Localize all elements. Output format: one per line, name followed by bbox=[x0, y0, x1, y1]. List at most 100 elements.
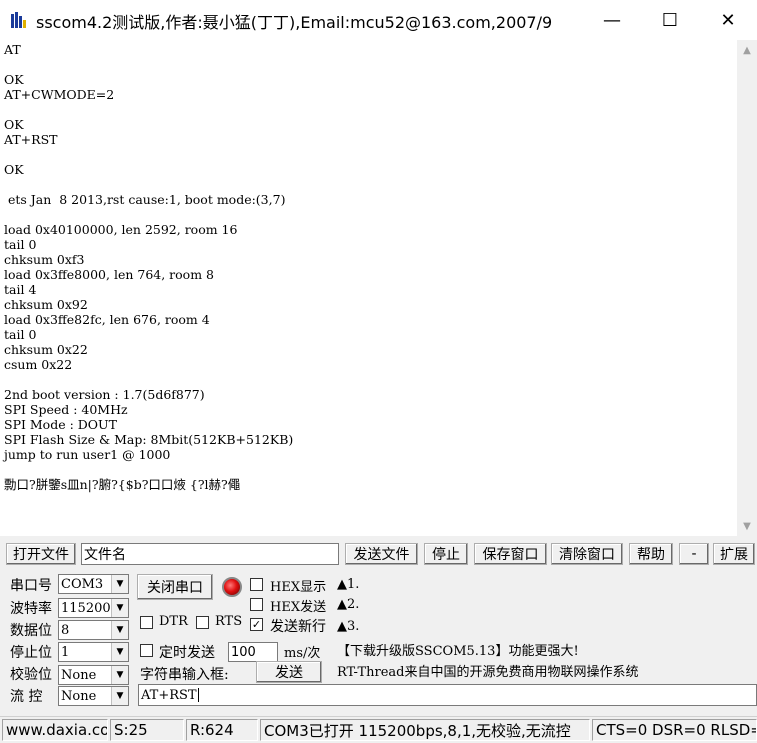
log-line: OK bbox=[4, 72, 24, 87]
status-port-info: COM3已打开 115200bps,8,1,无校验,无流控 bbox=[260, 719, 590, 741]
close-port-button[interactable]: 关闭串口 bbox=[137, 574, 213, 600]
send-newline-label: 发送新行 bbox=[270, 619, 326, 635]
rts-checkbox[interactable] bbox=[196, 616, 209, 629]
title-bar: sscom4.2测试版,作者:聂小猛(丁丁),Email:mcu52@163.c… bbox=[0, 0, 757, 40]
log-line: SPI Mode : DOUT bbox=[4, 417, 117, 432]
message-line-1[interactable]: ▲1. bbox=[337, 577, 359, 592]
hex-display-checkbox[interactable] bbox=[250, 578, 263, 591]
chevron-down-icon[interactable]: ▼ bbox=[111, 575, 128, 593]
hex-send-checkbox[interactable] bbox=[250, 598, 263, 611]
log-line: load 0x3ffe8000, len 764, room 8 bbox=[4, 267, 214, 282]
timed-send-checkbox[interactable] bbox=[140, 644, 153, 657]
chevron-down-icon[interactable]: ▼ bbox=[111, 599, 128, 617]
filename-field[interactable]: 文件名 bbox=[81, 543, 339, 565]
stopbits-select[interactable]: 1 ▼ bbox=[58, 642, 129, 662]
timed-send-label: 定时发送 bbox=[159, 645, 215, 661]
log-line: chksum 0xf3 bbox=[4, 252, 85, 267]
expand-button[interactable]: 扩展 bbox=[713, 543, 755, 565]
databits-value: 8 bbox=[61, 622, 70, 638]
flow-select[interactable]: None ▼ bbox=[58, 686, 129, 706]
chevron-down-icon[interactable]: ▼ bbox=[111, 621, 128, 639]
help-button[interactable]: 帮助 bbox=[629, 543, 673, 565]
log-line: chksum 0x22 bbox=[4, 342, 88, 357]
open-file-button[interactable]: 打开文件 bbox=[6, 543, 76, 565]
hex-send-label: HEX发送 bbox=[270, 600, 327, 615]
log-line: tail 0 bbox=[4, 327, 37, 342]
send-input-value: AT+RST bbox=[141, 687, 197, 703]
log-line: load 0x3ffe82fc, len 676, room 4 bbox=[4, 312, 210, 327]
baud-select[interactable]: 115200 ▼ bbox=[58, 598, 129, 618]
scroll-down-arrow-icon[interactable]: ▼ bbox=[737, 516, 757, 536]
log-line: AT+RST bbox=[4, 132, 58, 147]
chevron-down-icon[interactable]: ▼ bbox=[111, 666, 128, 684]
log-line: SPI Flash Size & Map: 8Mbit(512KB+512KB) bbox=[4, 432, 294, 447]
text-cursor bbox=[197, 688, 199, 702]
collapse-button[interactable]: - bbox=[679, 543, 709, 565]
message-line-4[interactable]: 【下载升级版SSCOM5.13】功能更强大! bbox=[337, 640, 579, 659]
port-status-led-icon bbox=[222, 577, 242, 597]
log-line: tail 0 bbox=[4, 237, 37, 252]
send-file-button[interactable]: 发送文件 bbox=[345, 543, 418, 565]
databits-label: 数据位 bbox=[10, 623, 52, 639]
status-received-count: R:624 bbox=[186, 719, 258, 741]
send-newline-checkbox[interactable]: ✓ bbox=[250, 618, 263, 631]
flow-label: 流 控 bbox=[10, 689, 43, 705]
parity-select[interactable]: None ▼ bbox=[58, 665, 129, 685]
log-text: AT OK AT+CWMODE=2 OK AT+RST OK ets Jan 8… bbox=[0, 40, 737, 492]
log-line: jump to run user1 @ 1000 bbox=[4, 447, 171, 462]
receive-log[interactable]: AT OK AT+CWMODE=2 OK AT+RST OK ets Jan 8… bbox=[0, 40, 737, 536]
chevron-down-icon[interactable]: ▼ bbox=[111, 643, 128, 661]
close-button[interactable]: ✕ bbox=[699, 0, 757, 40]
string-input-label: 字符串输入框: bbox=[140, 667, 229, 683]
send-button[interactable]: 发送 bbox=[256, 661, 322, 683]
parity-label: 校验位 bbox=[10, 667, 52, 683]
stop-button[interactable]: 停止 bbox=[424, 543, 468, 565]
minimize-button[interactable]: — bbox=[583, 0, 641, 40]
log-line: tail 4 bbox=[4, 282, 37, 297]
log-line: OK bbox=[4, 117, 24, 132]
log-line: chksum 0x92 bbox=[4, 297, 88, 312]
status-line-states: CTS=0 DSR=0 RLSD=0 bbox=[592, 719, 757, 741]
hex-display-label: HEX显示 bbox=[270, 580, 327, 595]
log-scrollbar[interactable]: ▲ ▼ bbox=[737, 40, 757, 536]
chevron-down-icon[interactable]: ▼ bbox=[111, 687, 128, 705]
flow-value: None bbox=[61, 688, 97, 704]
sscom-window: sscom4.2测试版,作者:聂小猛(丁丁),Email:mcu52@163.c… bbox=[0, 0, 757, 743]
log-line: csum 0x22 bbox=[4, 357, 73, 372]
baud-label: 波特率 bbox=[10, 601, 52, 617]
parity-value: None bbox=[61, 667, 97, 683]
stopbits-value: 1 bbox=[61, 644, 70, 660]
baud-value: 115200 bbox=[61, 600, 111, 616]
port-select[interactable]: COM3 ▼ bbox=[58, 574, 129, 594]
log-line: ets Jan 8 2013,rst cause:1, boot mode:(3… bbox=[7, 192, 286, 207]
maximize-button[interactable]: ☐ bbox=[641, 0, 699, 40]
app-icon bbox=[11, 12, 26, 28]
dtr-label: DTR bbox=[159, 614, 188, 629]
log-line: 勡口?胼鑒s皿n|?腑?{$b?口口焲 {?l赫?僶 bbox=[4, 477, 241, 492]
message-line-3[interactable]: ▲3. bbox=[337, 619, 359, 634]
port-label: 串口号 bbox=[10, 578, 52, 594]
interval-unit-label: ms/次 bbox=[284, 646, 321, 661]
file-toolbar: 打开文件 文件名 发送文件 停止 保存窗口 清除窗口 帮助 - 扩展 bbox=[0, 540, 757, 568]
message-line-5[interactable]: RT-Thread来自中国的开源免费商用物联网操作系统 bbox=[337, 661, 639, 680]
log-line: AT+CWMODE=2 bbox=[4, 87, 115, 102]
port-value: COM3 bbox=[61, 576, 104, 592]
status-bar: www.daxia.co S:25 R:624 COM3已打开 115200bp… bbox=[0, 716, 757, 743]
databits-select[interactable]: 8 ▼ bbox=[58, 620, 129, 640]
log-line: OK bbox=[4, 162, 24, 177]
scroll-up-arrow-icon[interactable]: ▲ bbox=[737, 40, 757, 60]
message-line-2[interactable]: ▲2. bbox=[337, 597, 359, 612]
log-line: SPI Speed : 40MHz bbox=[4, 402, 128, 417]
log-line: 2nd boot version : 1.7(5d6f877) bbox=[4, 387, 205, 402]
save-window-button[interactable]: 保存窗口 bbox=[474, 543, 547, 565]
log-line: load 0x40100000, len 2592, room 16 bbox=[4, 222, 238, 237]
rts-label: RTS bbox=[215, 614, 243, 629]
send-input[interactable]: AT+RST bbox=[138, 684, 757, 706]
status-sent-count: S:25 bbox=[110, 719, 184, 741]
window-title: sscom4.2测试版,作者:聂小猛(丁丁),Email:mcu52@163.c… bbox=[36, 13, 553, 32]
interval-field[interactable]: 100 bbox=[228, 642, 278, 662]
dtr-checkbox[interactable] bbox=[140, 616, 153, 629]
status-website[interactable]: www.daxia.co bbox=[2, 719, 108, 741]
log-line: AT bbox=[4, 42, 21, 57]
clear-window-button[interactable]: 清除窗口 bbox=[551, 543, 623, 565]
